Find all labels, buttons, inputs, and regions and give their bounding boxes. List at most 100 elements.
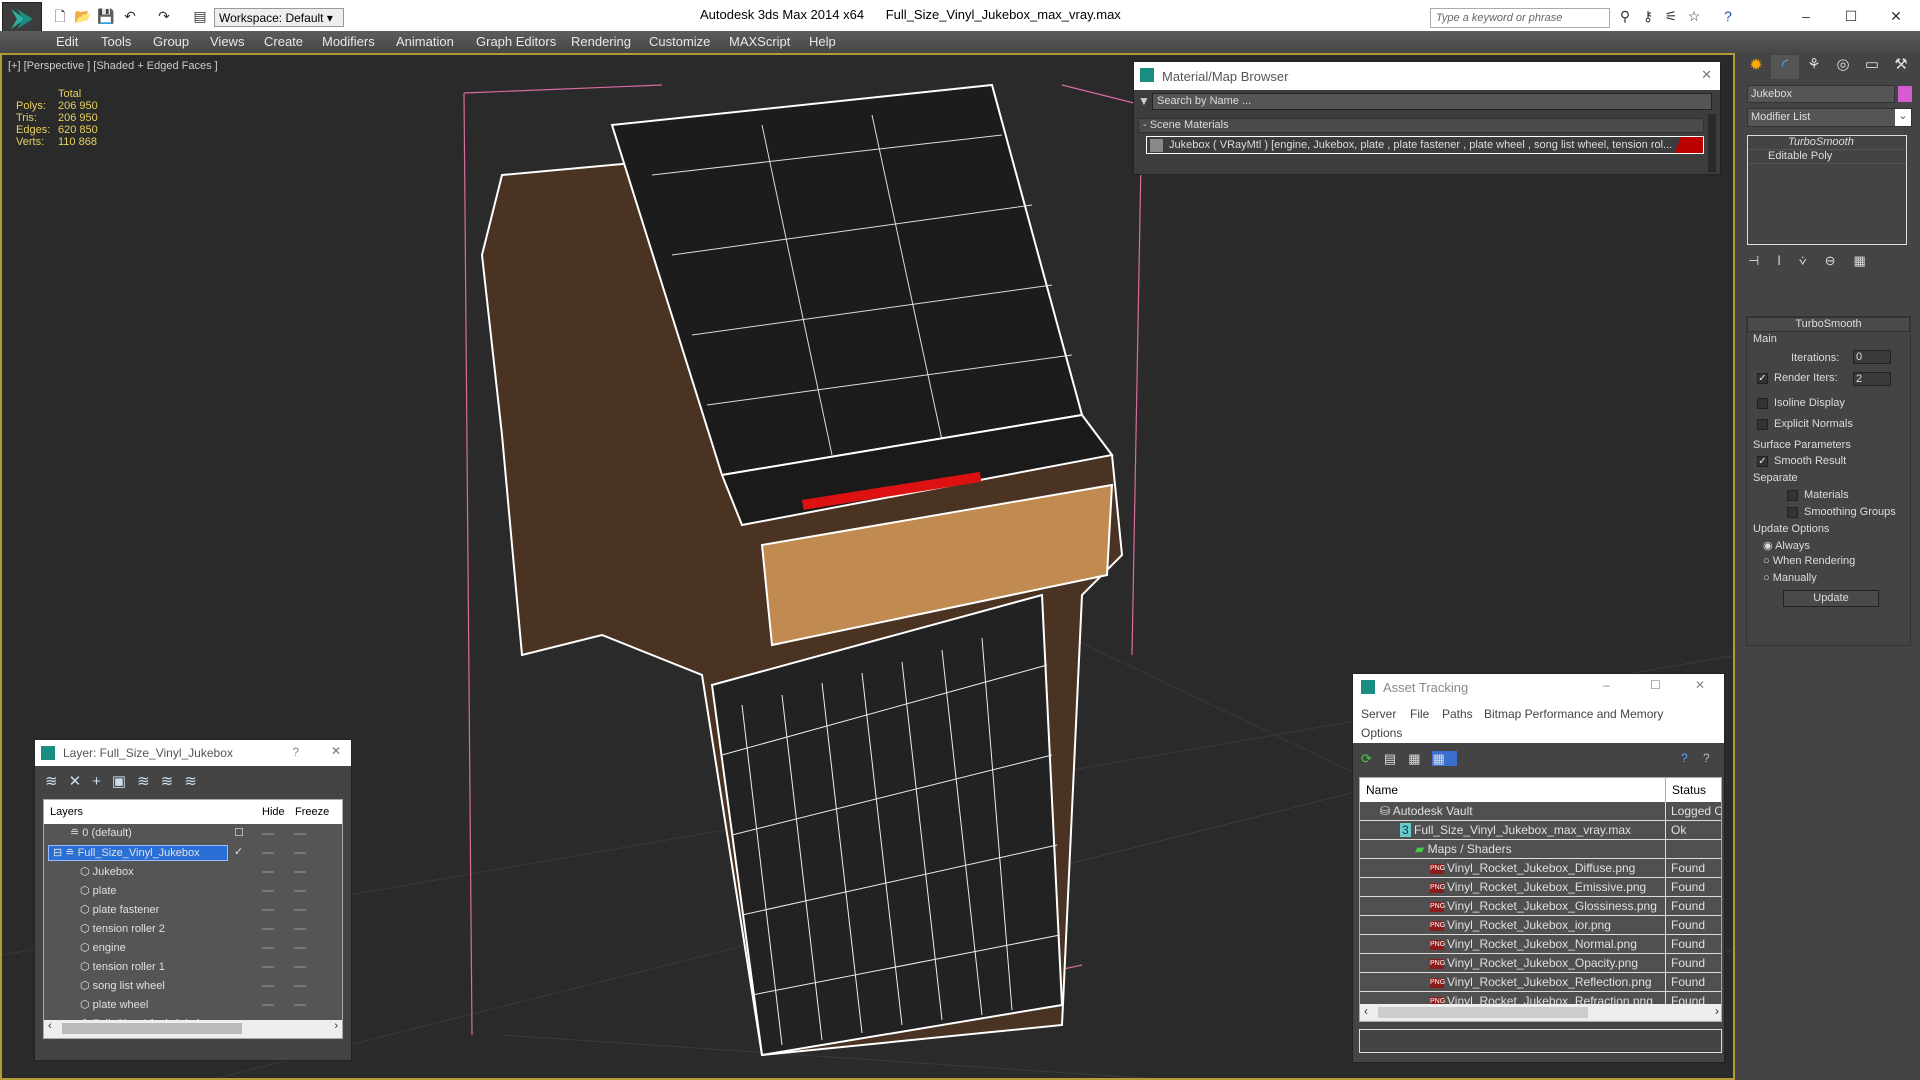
horizontal-scrollbar[interactable]: ‹ ›	[44, 1020, 342, 1038]
binoculars-icon[interactable]: ⚲	[1617, 8, 1633, 24]
satellite-icon[interactable]: ⚟	[1663, 8, 1679, 24]
stack-item-turbosmooth[interactable]: TurboSmooth	[1748, 136, 1906, 150]
object-row[interactable]: ⬡ song list wheel	[44, 976, 342, 995]
scene-materials-group[interactable]: - Scene Materials	[1138, 118, 1704, 133]
menu-animation[interactable]: Animation	[396, 34, 454, 49]
utilities-tab-icon[interactable]: ⚒	[1887, 55, 1915, 73]
search-by-name-input[interactable]: Search by Name ...	[1152, 93, 1712, 110]
menu-customize[interactable]: Customize	[649, 34, 710, 49]
current-layer-check-icon[interactable]: ✓	[234, 845, 243, 858]
object-row[interactable]: ⬡ plate wheel	[44, 995, 342, 1014]
menu-edit[interactable]: Edit	[56, 34, 78, 49]
object-row[interactable]: ⬡ plate fastener	[44, 900, 342, 919]
key-icon[interactable]: ⚷	[1640, 8, 1656, 24]
options-menu-icon[interactable]: ▼	[1138, 94, 1150, 108]
freeze-toggle[interactable]	[294, 852, 306, 854]
redo-icon[interactable]: ↷	[156, 8, 172, 24]
menu-maxscript[interactable]: MAXScript	[729, 34, 790, 49]
column-layers[interactable]: Layers	[50, 806, 83, 818]
asset-row[interactable]: ▰ Maps / Shaders	[1360, 840, 1721, 859]
layer-row[interactable]: ⊟ ≘ Full_Size_Vinyl_Jukebox ✓	[44, 843, 342, 862]
project-folder-icon[interactable]: ▤	[192, 8, 208, 24]
maximize-button[interactable]: ☐	[1843, 8, 1859, 24]
asset-row[interactable]: PNG Vinyl_Rocket_Jukebox_Reflection.png F…	[1360, 973, 1721, 992]
asset-row[interactable]: PNG Vinyl_Rocket_Jukebox_Normal.png Found	[1360, 935, 1721, 954]
favorites-star-icon[interactable]: ☆	[1686, 8, 1702, 24]
hide-toggle[interactable]	[262, 1004, 274, 1006]
hide-toggle[interactable]	[262, 928, 274, 930]
menu-tools[interactable]: Tools	[101, 34, 131, 49]
hide-toggle[interactable]	[262, 985, 274, 987]
always-radio[interactable]: ◉ Always	[1763, 539, 1810, 552]
asset-row[interactable]: PNG Vinyl_Rocket_Jukebox_Opacity.png Foun…	[1360, 954, 1721, 973]
render-iters-spinner[interactable]: 2	[1853, 372, 1891, 386]
hide-toggle[interactable]	[262, 966, 274, 968]
object-row[interactable]: ⬡ Jukebox	[44, 862, 342, 881]
layer-current-checkbox[interactable]: ☐	[234, 826, 244, 839]
update-button[interactable]: Update	[1783, 590, 1879, 607]
freeze-toggle[interactable]	[294, 947, 306, 949]
object-row[interactable]: ⬡ engine	[44, 938, 342, 957]
menu-help[interactable]: Help	[809, 34, 836, 49]
material-item-jukebox[interactable]: Jukebox ( VRayMtl ) [engine, Jukebox, pl…	[1146, 136, 1704, 154]
motion-tab-icon[interactable]: ◎	[1829, 55, 1857, 73]
table-view-icon[interactable]: ▦	[1432, 751, 1457, 766]
open-file-icon[interactable]: 📂	[74, 8, 91, 24]
asset-row[interactable]: PNG Vinyl_Rocket_Jukebox_Glossiness.png F…	[1360, 897, 1721, 916]
rollout-header[interactable]: TurboSmooth	[1747, 317, 1910, 332]
isoline-display-checkbox[interactable]: Isoline Display	[1757, 397, 1845, 409]
column-hide[interactable]: Hide	[262, 806, 285, 818]
stack-item-editable-poly[interactable]: Editable Poly	[1748, 150, 1906, 164]
column-freeze[interactable]: Freeze	[295, 806, 329, 818]
close-icon[interactable]: ✕	[1695, 678, 1705, 692]
object-name-field[interactable]: Jukebox	[1747, 85, 1895, 103]
maximize-button[interactable]: ☐	[1650, 678, 1661, 692]
close-button[interactable]: ✕	[1888, 8, 1904, 24]
new-file-icon[interactable]: 🗋	[52, 8, 68, 24]
menu-graph-editors[interactable]: Graph Editors	[476, 34, 556, 49]
freeze-toggle[interactable]	[294, 1004, 306, 1006]
keyword-search-input[interactable]: Type a keyword or phrase	[1430, 8, 1610, 28]
scrollbar[interactable]	[1708, 114, 1716, 172]
help-button[interactable]: ?	[292, 745, 299, 759]
hide-toggle[interactable]	[262, 909, 274, 911]
freeze-toggle[interactable]	[294, 928, 306, 930]
menu-rendering[interactable]: Rendering	[571, 34, 631, 49]
close-icon[interactable]: ✕	[331, 744, 341, 758]
hide-toggle[interactable]	[262, 871, 274, 873]
hide-toggle[interactable]	[262, 890, 274, 892]
freeze-toggle[interactable]	[294, 871, 306, 873]
workspace-dropdown[interactable]: Workspace: Default ▾	[214, 8, 344, 27]
column-status[interactable]: Status	[1665, 778, 1712, 802]
help-offline-icon[interactable]: ?	[1703, 751, 1710, 765]
asset-row[interactable]: 3 Full_Size_Vinyl_Jukebox_max_vray.max O…	[1360, 821, 1721, 840]
modify-tab-icon[interactable]: ◜	[1771, 55, 1799, 79]
render-iters-checkbox[interactable]: ✓ Render Iters:	[1757, 372, 1838, 384]
hide-toggle[interactable]	[262, 947, 274, 949]
menu-group[interactable]: Group	[153, 34, 189, 49]
asset-row[interactable]: PNG Vinyl_Rocket_Jukebox_Diffuse.png Foun…	[1360, 859, 1721, 878]
create-tab-icon[interactable]: ✹	[1742, 55, 1770, 79]
smoothing-groups-checkbox[interactable]: Smoothing Groups	[1787, 506, 1896, 518]
help-icon[interactable]: ?	[1720, 8, 1736, 24]
when-rendering-radio[interactable]: ○ When Rendering	[1763, 555, 1855, 567]
freeze-toggle[interactable]	[294, 909, 306, 911]
menu-views[interactable]: Views	[210, 34, 244, 49]
object-row[interactable]: ⬡ plate	[44, 881, 342, 900]
menu-create[interactable]: Create	[264, 34, 303, 49]
hide-toggle[interactable]	[262, 833, 274, 835]
refresh-icon[interactable]: ⟳	[1361, 751, 1384, 766]
layer-row[interactable]: ≘ 0 (default) ☐	[44, 824, 342, 843]
materials-checkbox[interactable]: Materials	[1787, 489, 1849, 501]
freeze-toggle[interactable]	[294, 966, 306, 968]
modifier-list-dropdown[interactable]: Modifier List ⌄	[1747, 108, 1912, 127]
hide-toggle[interactable]	[262, 852, 274, 854]
menu-options[interactable]: Options	[1361, 726, 1402, 740]
layer-toolbar[interactable]: ≋✕+▣≋≋≋	[45, 772, 208, 790]
asset-row[interactable]: PNG Vinyl_Rocket_Jukebox_ior.png Found	[1360, 916, 1721, 935]
asset-row[interactable]: PNG Vinyl_Rocket_Jukebox_Emissive.png Fou…	[1360, 878, 1721, 897]
asset-toolbar[interactable]: ⟳▤▦▦	[1361, 751, 1457, 767]
freeze-toggle[interactable]	[294, 985, 306, 987]
menu-server[interactable]: Server	[1361, 707, 1396, 721]
column-name[interactable]: Name	[1366, 783, 1398, 797]
